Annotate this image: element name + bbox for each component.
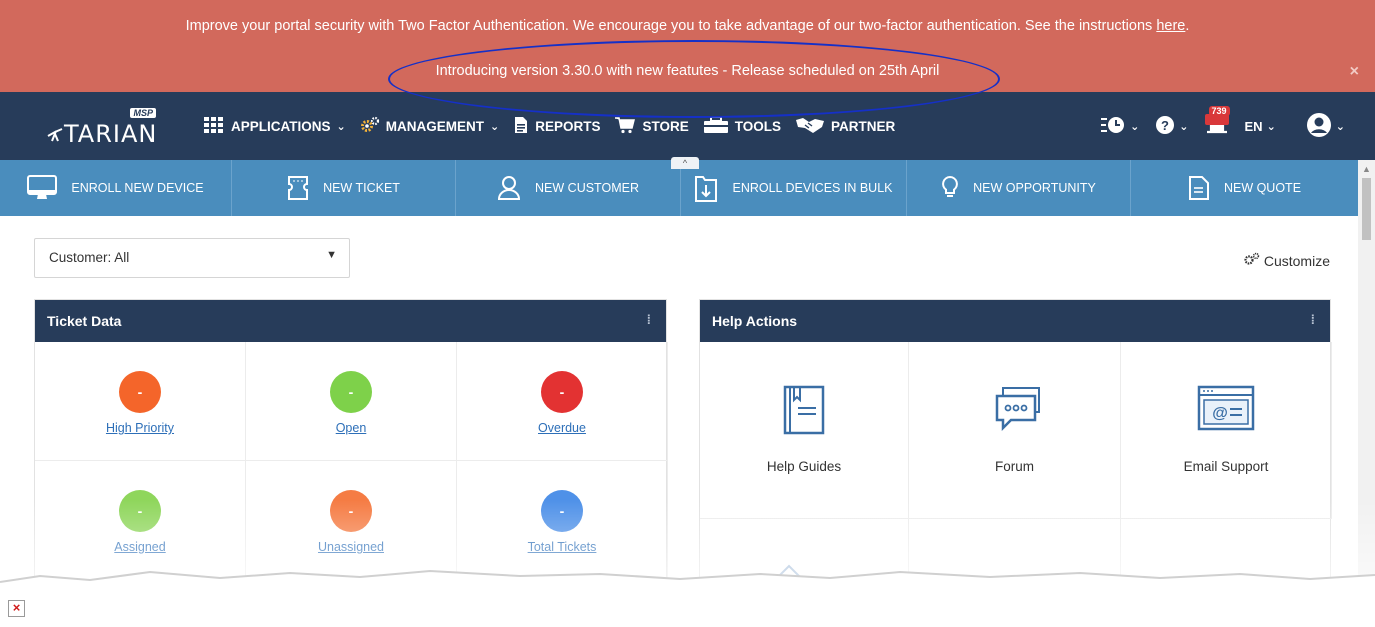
panel-title: Ticket Data bbox=[47, 313, 122, 329]
drag-handle-icon[interactable]: ⁞ bbox=[647, 312, 651, 327]
history-menu[interactable]: ⌄ bbox=[1100, 115, 1139, 138]
stat-circle: - bbox=[541, 371, 583, 413]
stat-link[interactable]: Unassigned bbox=[246, 540, 456, 554]
nav-reports[interactable]: REPORTS bbox=[513, 116, 600, 137]
ticket-stat-high-priority: - High Priority bbox=[35, 342, 246, 461]
gears-icon bbox=[360, 116, 380, 137]
main-navbar: MSP TARIAN APPLICATIONS ⌄ MANAGEMENT ⌄ R… bbox=[0, 92, 1375, 160]
nav-applications[interactable]: APPLICATIONS ⌄ bbox=[203, 116, 346, 137]
ticket-stats-grid: - High Priority - Open - Overdue - Assig… bbox=[35, 342, 668, 580]
ticket-stat-overdue: - Overdue bbox=[457, 342, 668, 461]
email-icon: @ bbox=[1196, 384, 1256, 437]
stat-link[interactable]: Overdue bbox=[457, 421, 667, 435]
ticket-stat-open: - Open bbox=[246, 342, 457, 461]
ticket-data-header: Ticket Data ⁞ bbox=[35, 300, 666, 342]
svg-text:@: @ bbox=[1212, 405, 1228, 422]
chevron-down-icon: ⌄ bbox=[1179, 121, 1189, 133]
enroll-new-device-button[interactable]: ENROLL NEW DEVICE bbox=[0, 160, 232, 216]
help-menu[interactable]: ? ⌄ bbox=[1155, 115, 1189, 138]
ticket-icon bbox=[287, 175, 309, 201]
itarian-logo[interactable]: MSP TARIAN bbox=[46, 108, 158, 148]
email-support-tile[interactable]: @ Email Support bbox=[1121, 342, 1332, 519]
chat-icon bbox=[989, 384, 1041, 439]
chevron-down-icon: ⌄ bbox=[489, 121, 500, 133]
language-menu[interactable]: EN ⌄ bbox=[1245, 119, 1276, 134]
language-label: EN bbox=[1244, 119, 1263, 134]
forum-tile[interactable]: Forum bbox=[909, 342, 1121, 519]
scroll-thumb[interactable] bbox=[1362, 178, 1371, 240]
nav-management[interactable]: MANAGEMENT ⌄ bbox=[360, 116, 499, 137]
nav-tools[interactable]: TOOLS bbox=[703, 116, 781, 137]
broken-image-icon: × bbox=[8, 600, 25, 617]
lightbulb-icon bbox=[941, 175, 959, 201]
logo-wordmark: TARIAN bbox=[46, 120, 157, 148]
instructions-link[interactable]: here bbox=[1156, 18, 1185, 34]
user-menu[interactable]: ⌄ bbox=[1306, 112, 1345, 141]
chevron-down-icon: ⌄ bbox=[1335, 121, 1345, 133]
monitor-icon bbox=[27, 175, 58, 201]
stat-link[interactable]: Assigned bbox=[35, 540, 245, 554]
help-guides-tile[interactable]: Help Guides bbox=[700, 342, 909, 519]
history-icon bbox=[1100, 115, 1126, 138]
stat-circle: - bbox=[119, 490, 161, 532]
stat-link[interactable]: Open bbox=[246, 421, 456, 435]
announcement-banner: Improve your portal security with Two Fa… bbox=[0, 0, 1375, 92]
stat-circle: - bbox=[330, 490, 372, 532]
chevron-down-icon: ⌄ bbox=[336, 121, 346, 133]
bulk-enroll-icon bbox=[694, 173, 718, 203]
report-icon bbox=[513, 116, 529, 137]
nav-store[interactable]: STORE bbox=[614, 116, 689, 137]
user-avatar-icon bbox=[1306, 112, 1332, 141]
customer-filter-select[interactable]: Customer: All ▼ bbox=[34, 238, 350, 278]
primary-nav: APPLICATIONS ⌄ MANAGEMENT ⌄ REPORTS STOR… bbox=[203, 116, 909, 137]
caret-down-icon: ▼ bbox=[326, 249, 337, 261]
close-banner-button[interactable]: × bbox=[1350, 63, 1359, 81]
stat-circle: - bbox=[541, 490, 583, 532]
drag-handle-icon[interactable]: ⁞ bbox=[1311, 312, 1315, 327]
stat-circle: - bbox=[119, 371, 161, 413]
help-actions-header: Help Actions ⁞ bbox=[700, 300, 1330, 342]
user-icon bbox=[497, 175, 521, 201]
cart-icon bbox=[614, 116, 636, 137]
enroll-devices-in-bulk-button[interactable]: ENROLL DEVICES IN BULK bbox=[681, 160, 907, 216]
navbar-right: ⌄ ? ⌄ 739 EN ⌄ ⌄ bbox=[1084, 106, 1345, 141]
toolbox-icon bbox=[703, 116, 729, 137]
new-ticket-button[interactable]: NEW TICKET bbox=[232, 160, 456, 216]
nav-partner[interactable]: PARTNER bbox=[795, 116, 895, 137]
bell-icon bbox=[1204, 114, 1229, 139]
help-actions-grid: Help Guides Forum @ Email Support bbox=[700, 342, 1332, 599]
scroll-up-icon: ▲ bbox=[1362, 164, 1371, 174]
collapse-quickbar-button[interactable]: ^ bbox=[671, 157, 699, 169]
stat-circle: - bbox=[330, 371, 372, 413]
book-icon bbox=[782, 384, 826, 441]
logo-badge: MSP bbox=[130, 108, 156, 118]
torn-edge bbox=[0, 569, 1375, 627]
chevron-down-icon: ⌄ bbox=[1266, 121, 1276, 133]
notification-count: 739 bbox=[1208, 106, 1230, 116]
svg-text:?: ? bbox=[1161, 118, 1169, 133]
handshake-icon bbox=[795, 116, 825, 137]
page-scrollbar[interactable]: ▲ bbox=[1358, 160, 1375, 580]
panel-title: Help Actions bbox=[712, 313, 798, 329]
ticket-data-panel: Ticket Data ⁞ - High Priority - Open - O… bbox=[34, 299, 668, 589]
grid-icon bbox=[203, 116, 225, 137]
notifications-button[interactable]: 739 bbox=[1204, 106, 1230, 139]
help-icon: ? bbox=[1155, 115, 1175, 138]
stat-link[interactable]: High Priority bbox=[35, 421, 245, 435]
new-customer-button[interactable]: NEW CUSTOMER bbox=[456, 160, 681, 216]
chevron-down-icon: ⌄ bbox=[1130, 121, 1140, 133]
gears-icon bbox=[1244, 252, 1260, 269]
stat-link[interactable]: Total Tickets bbox=[457, 540, 667, 554]
new-quote-button[interactable]: NEW QUOTE bbox=[1131, 160, 1358, 216]
two-factor-notice: Improve your portal security with Two Fa… bbox=[185, 18, 1190, 34]
help-actions-panel: Help Actions ⁞ Help Guides Forum @ Email… bbox=[699, 299, 1332, 599]
customize-button[interactable]: Customize bbox=[1244, 252, 1330, 269]
version-notice: Introducing version 3.30.0 with new feat… bbox=[435, 63, 940, 79]
document-icon bbox=[1188, 175, 1210, 201]
new-opportunity-button[interactable]: NEW OPPORTUNITY bbox=[907, 160, 1131, 216]
